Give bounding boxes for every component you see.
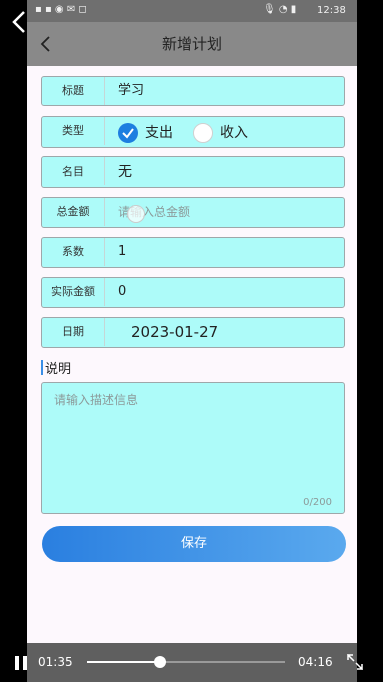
coefficient-field-row: 系数 1 <box>41 237 345 268</box>
description-textarea[interactable]: 请输入描述信息 0/200 <box>41 382 345 514</box>
name-label: 名目 <box>42 157 105 185</box>
fullscreen-icon[interactable] <box>347 653 363 671</box>
video-progress-fill <box>87 661 161 663</box>
income-option-label[interactable]: 收入 <box>220 117 248 145</box>
pause-icon[interactable] <box>14 655 28 670</box>
actual-amount-input[interactable]: 0 <box>118 278 126 306</box>
save-button-label: 保存 <box>180 536 207 551</box>
type-field-row: 类型 支出 收入 <box>41 116 345 148</box>
system-icons: 🎙 ◔ ▮ <box>263 4 297 15</box>
notification-icons: ▪ ▪ ◉ ✉ ◻ <box>35 4 87 15</box>
actual-amount-label: 实际金额 <box>42 278 105 306</box>
date-label: 日期 <box>42 318 105 346</box>
save-button[interactable]: 保存 <box>42 526 346 562</box>
description-heading-marker <box>41 360 43 375</box>
income-radio-icon[interactable] <box>193 123 213 143</box>
title-field-row: 标题 学习 <box>41 76 345 106</box>
description-placeholder: 请输入描述信息 <box>54 393 139 407</box>
title-input[interactable]: 学习 <box>118 77 144 105</box>
status-time: 12:38 <box>317 5 346 16</box>
touch-indicator <box>127 205 145 223</box>
date-field-row: 日期 2023-01-27 <box>41 317 345 348</box>
page-title: 新增计划 <box>161 35 222 53</box>
type-label: 类型 <box>42 117 105 145</box>
video-back-icon[interactable] <box>10 10 28 34</box>
video-progress-track[interactable] <box>87 656 285 668</box>
description-heading: 说明 <box>45 362 72 377</box>
expense-option-label[interactable]: 支出 <box>145 117 173 145</box>
status-bar: ▪ ▪ ◉ ✉ ◻ 🎙 ◔ ▮ 12:38 <box>27 0 357 22</box>
coefficient-label: 系数 <box>42 238 105 266</box>
name-input[interactable]: 无 <box>118 157 132 185</box>
actual-amount-field-row: 实际金额 0 <box>41 277 345 308</box>
total-field-row: 总金额 请输入总金额 <box>41 197 345 228</box>
date-picker[interactable]: 2023-01-27 <box>131 318 218 346</box>
title-label: 标题 <box>42 77 105 105</box>
coefficient-input[interactable]: 1 <box>118 238 126 266</box>
name-field-row: 名目 无 <box>41 156 345 188</box>
app-screen: ▪ ▪ ◉ ✉ ◻ 🎙 ◔ ▮ 12:38 新增计划 标题 学习 类型 支出 收… <box>27 0 357 682</box>
expense-radio-checked-icon[interactable] <box>118 123 138 143</box>
description-counter: 0/200 <box>303 497 332 508</box>
app-bar: 新增计划 <box>27 22 357 66</box>
video-duration: 04:16 <box>298 655 333 669</box>
video-elapsed-time: 01:35 <box>38 655 73 669</box>
total-label: 总金额 <box>42 198 105 226</box>
